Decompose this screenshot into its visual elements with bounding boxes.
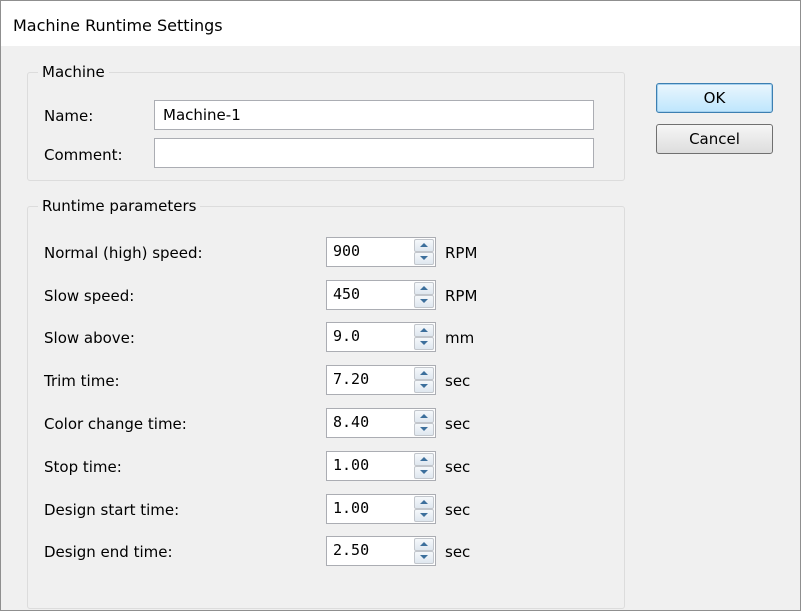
spinbox-value: 1.00 (333, 499, 370, 517)
up-arrow-icon (420, 414, 428, 418)
down-arrow-icon (420, 256, 428, 260)
name-label: Name: (44, 107, 94, 125)
slow-speed-spinbox[interactable]: 450 (326, 280, 436, 310)
machine-runtime-settings-dialog: Machine Runtime Settings Machine Name: C… (0, 0, 801, 611)
spin-up-button[interactable] (414, 538, 434, 551)
down-arrow-icon (420, 384, 428, 388)
spin-up-button[interactable] (414, 367, 434, 380)
up-arrow-icon (420, 542, 428, 546)
param-unit: sec (445, 372, 471, 390)
spin-up-button[interactable] (414, 282, 434, 295)
slow-above-spinbox[interactable]: 9.0 (326, 322, 436, 352)
param-label: Design start time: (44, 501, 180, 519)
machine-group-legend: Machine (42, 63, 105, 81)
spin-down-button[interactable] (414, 466, 434, 479)
up-arrow-icon (420, 371, 428, 375)
name-field[interactable] (154, 100, 594, 130)
spin-down-button[interactable] (414, 337, 434, 350)
param-label: Color change time: (44, 415, 187, 433)
down-arrow-icon (420, 555, 428, 559)
param-label: Normal (high) speed: (44, 244, 203, 262)
up-arrow-icon (420, 328, 428, 332)
param-unit: sec (445, 501, 471, 519)
cancel-button[interactable]: Cancel (656, 124, 773, 154)
design-end-time-spinbox[interactable]: 2.50 (326, 536, 436, 566)
param-label: Slow above: (44, 329, 135, 347)
comment-label: Comment: (44, 146, 123, 164)
title-bar: Machine Runtime Settings (1, 1, 800, 46)
ok-button[interactable]: OK (656, 83, 773, 113)
param-label: Stop time: (44, 458, 122, 476)
comment-field[interactable] (154, 138, 594, 168)
param-unit: RPM (445, 244, 478, 262)
spin-up-button[interactable] (414, 496, 434, 509)
spinbox-value: 2.50 (333, 541, 370, 559)
window-title: Machine Runtime Settings (13, 16, 223, 35)
param-label: Slow speed: (44, 287, 135, 305)
spin-up-button[interactable] (414, 453, 434, 466)
up-arrow-icon (420, 500, 428, 504)
up-arrow-icon (420, 243, 428, 247)
down-arrow-icon (420, 299, 428, 303)
param-unit: sec (445, 543, 471, 561)
param-unit: mm (445, 329, 475, 347)
down-arrow-icon (420, 427, 428, 431)
spinbox-value: 900 (333, 242, 361, 260)
spin-down-button[interactable] (414, 252, 434, 265)
param-label: Trim time: (44, 372, 120, 390)
spin-down-button[interactable] (414, 295, 434, 308)
spinbox-value: 450 (333, 285, 361, 303)
param-unit: sec (445, 415, 471, 433)
color-change-time-spinbox[interactable]: 8.40 (326, 408, 436, 438)
runtime-parameters-legend: Runtime parameters (42, 197, 197, 215)
normal-speed-spinbox[interactable]: 900 (326, 237, 436, 267)
down-arrow-icon (420, 470, 428, 474)
up-arrow-icon (420, 286, 428, 290)
spin-up-button[interactable] (414, 410, 434, 423)
param-unit: RPM (445, 287, 478, 305)
trim-time-spinbox[interactable]: 7.20 (326, 365, 436, 395)
down-arrow-icon (420, 513, 428, 517)
param-unit: sec (445, 458, 471, 476)
down-arrow-icon (420, 341, 428, 345)
stop-time-spinbox[interactable]: 1.00 (326, 451, 436, 481)
param-label: Design end time: (44, 543, 173, 561)
up-arrow-icon (420, 457, 428, 461)
design-start-time-spinbox[interactable]: 1.00 (326, 494, 436, 524)
spinbox-value: 9.0 (333, 327, 361, 345)
spinbox-value: 7.20 (333, 370, 370, 388)
spin-down-button[interactable] (414, 509, 434, 522)
spin-down-button[interactable] (414, 380, 434, 393)
spin-down-button[interactable] (414, 423, 434, 436)
spinbox-value: 1.00 (333, 456, 370, 474)
spinbox-value: 8.40 (333, 413, 370, 431)
spin-up-button[interactable] (414, 239, 434, 252)
spin-up-button[interactable] (414, 324, 434, 337)
spin-down-button[interactable] (414, 551, 434, 564)
